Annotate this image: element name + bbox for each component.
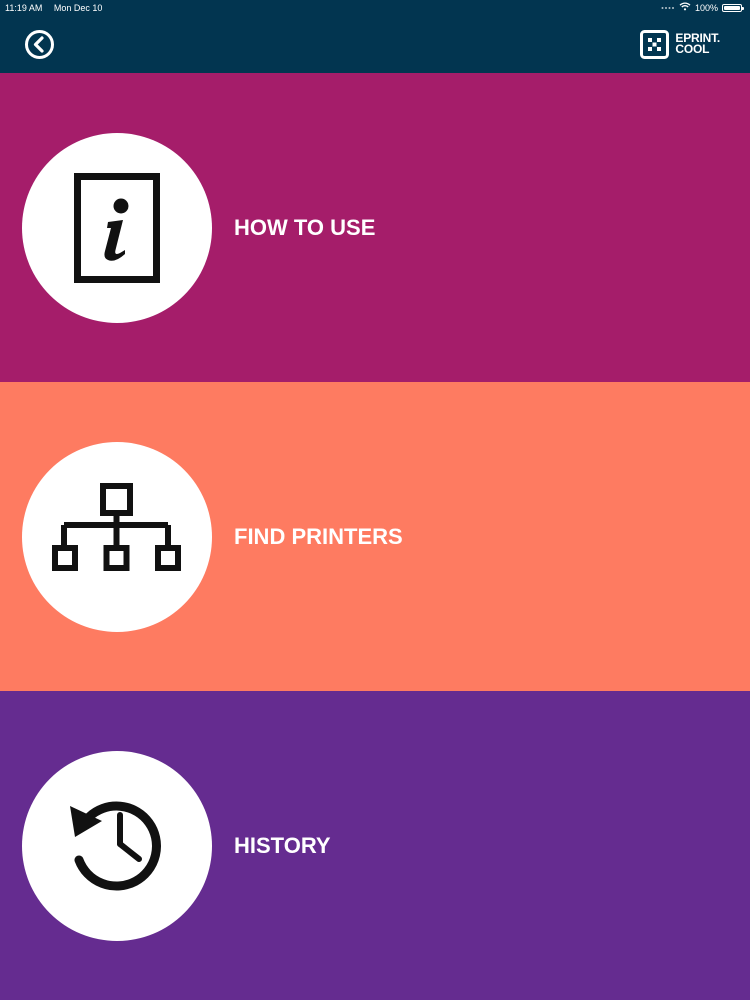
status-bar: 11:19 AM Mon Dec 10 100% bbox=[0, 0, 750, 16]
qr-square-icon bbox=[640, 29, 670, 59]
menu-label-how-to-use: HOW TO USE bbox=[234, 215, 376, 240]
battery-icon bbox=[722, 4, 744, 12]
info-document-icon bbox=[74, 173, 160, 283]
logo-text: EPRINT. COOL bbox=[675, 32, 720, 56]
history-clock-icon bbox=[70, 801, 161, 891]
app-logo: EPRINT. COOL bbox=[640, 28, 720, 60]
signal-dots-icon bbox=[661, 0, 675, 16]
chevron-left-circle-icon bbox=[25, 30, 54, 59]
status-left: 11:19 AM Mon Dec 10 bbox=[5, 0, 102, 16]
battery-percent: 100% bbox=[694, 3, 718, 13]
status-right: 100% bbox=[661, 0, 744, 16]
menu-label-history: HISTORY bbox=[234, 833, 331, 858]
menu-item-history[interactable]: HISTORY bbox=[0, 691, 750, 1000]
battery-fill bbox=[724, 6, 740, 10]
app-screen: 11:19 AM Mon Dec 10 100% EPRINT. COOL HO… bbox=[0, 0, 750, 1000]
icon-circle bbox=[22, 442, 212, 632]
icon-circle bbox=[22, 751, 212, 941]
menu-label-find-printers: FIND PRINTERS bbox=[234, 524, 403, 549]
nav-bar: EPRINT. COOL bbox=[0, 16, 750, 73]
logo-line-2: COOL bbox=[675, 42, 710, 56]
icon-circle bbox=[22, 133, 212, 323]
network-hierarchy-icon bbox=[52, 483, 181, 571]
back-button[interactable] bbox=[24, 29, 55, 60]
status-time: 11:19 AM bbox=[5, 3, 43, 13]
menu-item-find-printers[interactable]: FIND PRINTERS bbox=[0, 382, 750, 691]
wifi-icon bbox=[679, 0, 691, 16]
status-date: Mon Dec 10 bbox=[53, 3, 103, 13]
menu-item-how-to-use[interactable]: HOW TO USE bbox=[0, 73, 750, 382]
